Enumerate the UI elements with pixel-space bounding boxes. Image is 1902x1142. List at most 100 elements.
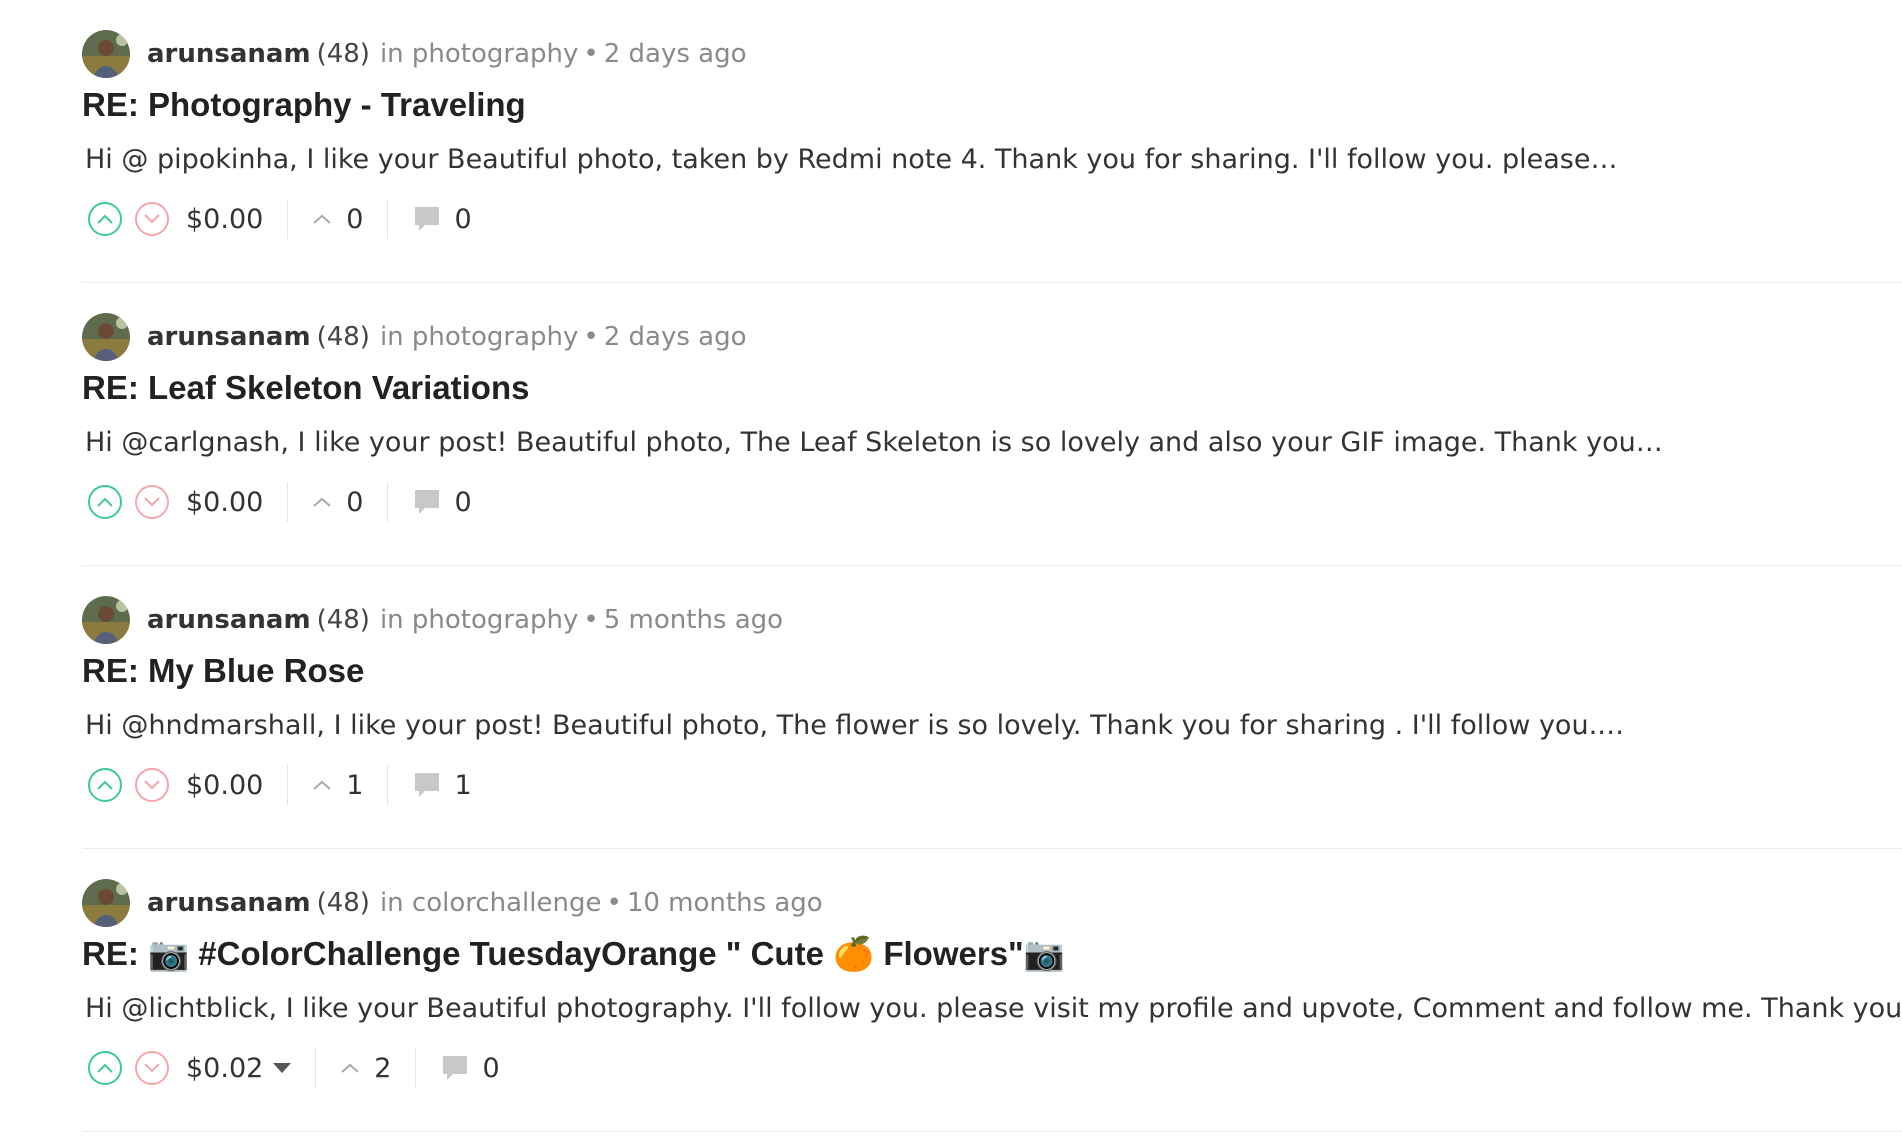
community-link[interactable]: in photography [380, 605, 578, 635]
payout-amount: $0.02 [186, 1052, 264, 1084]
post-body-preview[interactable]: Hi @lichtblick, I like your Beautiful ph… [85, 993, 1900, 1024]
avatar[interactable] [82, 30, 130, 78]
post-summary: arunsanam (48) in photography • 2 days ago… [82, 0, 1902, 283]
post-meta: in photography • 2 days ago [380, 322, 747, 352]
community-link[interactable]: in photography [380, 39, 578, 69]
chevron-up-icon [341, 1063, 359, 1073]
chevron-up-circle-icon [97, 214, 113, 224]
post-body-preview[interactable]: Hi @carlgnash, I like your post! Beautif… [85, 427, 1900, 458]
vote-count[interactable]: 2 [340, 1053, 391, 1084]
meta-separator: • [583, 605, 599, 635]
upvote-button[interactable] [88, 202, 122, 236]
author-link[interactable]: arunsanam [147, 322, 311, 352]
vote-count[interactable]: 1 [312, 770, 363, 801]
post-time[interactable]: 10 months ago [627, 888, 823, 918]
payout-amount: $0.00 [186, 203, 264, 235]
comment-count-value: 0 [482, 1052, 500, 1084]
payout-amount: $0.00 [186, 486, 264, 518]
downvote-button[interactable] [135, 768, 169, 802]
chevron-up-circle-icon [97, 780, 113, 790]
comment-bubble-icon [443, 1056, 468, 1080]
downvote-button[interactable] [135, 485, 169, 519]
post-title[interactable]: RE: 📷 #ColorChallenge TuesdayOrange " Cu… [82, 935, 1065, 974]
comment-bubble-icon [415, 773, 440, 797]
post-title[interactable]: RE: Leaf Skeleton Variations [82, 369, 529, 407]
comment-count-value: 0 [454, 486, 472, 518]
post-meta: in colorchallenge • 10 months ago [380, 888, 823, 918]
footer-divider [287, 765, 289, 805]
payout-value[interactable]: $0.00 [186, 487, 263, 518]
post-header: arunsanam (48) in photography • 2 days ago [82, 30, 747, 78]
author-link[interactable]: arunsanam [147, 39, 311, 69]
chevron-down-circle-icon [144, 497, 160, 507]
post-time[interactable]: 2 days ago [604, 39, 747, 69]
upvote-button[interactable] [88, 1051, 122, 1085]
community-link[interactable]: in colorchallenge [380, 888, 602, 918]
post-summary: arunsanam (48) in photography • 2 days ago… [82, 283, 1902, 566]
chevron-up-icon [313, 497, 331, 507]
author-link[interactable]: arunsanam [147, 888, 311, 918]
post-summary: arunsanam (48) in colorchallenge • 10 mont… [82, 849, 1902, 1132]
payout-value[interactable]: $0.02 [186, 1052, 292, 1084]
post-summary: arunsanam (48) in photography • 5 months a… [82, 566, 1902, 849]
post-body-preview[interactable]: Hi @hndmarshall, I like your post! Beaut… [85, 710, 1900, 741]
author-reputation: (48) [316, 888, 370, 918]
payout-amount: $0.00 [186, 769, 264, 801]
community-link[interactable]: in photography [380, 322, 578, 352]
footer-divider [387, 199, 389, 239]
caret-down-icon[interactable] [273, 1063, 292, 1073]
post-header: arunsanam (48) in photography • 2 days ago [82, 313, 747, 361]
vote-count-value: 2 [374, 1052, 392, 1084]
comment-count[interactable]: 0 [412, 486, 472, 518]
comment-count[interactable]: 1 [412, 769, 472, 801]
footer-divider [315, 1048, 317, 1088]
post-time[interactable]: 2 days ago [604, 322, 747, 352]
footer-divider [287, 482, 289, 522]
upvote-button[interactable] [88, 768, 122, 802]
author-reputation: (48) [316, 605, 370, 635]
comment-bubble-icon [415, 207, 440, 231]
upvote-button[interactable] [88, 485, 122, 519]
comment-count[interactable]: 0 [440, 1052, 500, 1084]
comment-count-value: 1 [454, 769, 472, 801]
comment-count[interactable]: 0 [412, 203, 472, 235]
chevron-up-circle-icon [97, 497, 113, 507]
chevron-up-icon [313, 780, 331, 790]
avatar[interactable] [82, 596, 130, 644]
post-footer: $0.00 0 0 [88, 198, 472, 240]
avatar[interactable] [82, 313, 130, 361]
avatar[interactable] [82, 879, 130, 927]
chevron-down-circle-icon [144, 1063, 160, 1073]
chevron-down-circle-icon [144, 780, 160, 790]
vote-count[interactable]: 0 [312, 204, 363, 235]
post-header: arunsanam (48) in photography • 5 months a… [82, 596, 783, 644]
payout-value[interactable]: $0.00 [186, 770, 263, 801]
chevron-up-icon [313, 214, 331, 224]
author-link[interactable]: arunsanam [147, 605, 311, 635]
footer-divider [415, 1048, 417, 1088]
vote-count-value: 0 [346, 486, 364, 518]
post-title[interactable]: RE: Photography - Traveling [82, 86, 526, 124]
footer-divider [287, 199, 289, 239]
meta-separator: • [606, 888, 622, 918]
post-footer: $0.00 0 0 [88, 481, 472, 523]
comment-count-value: 0 [454, 203, 472, 235]
post-title[interactable]: RE: My Blue Rose [82, 652, 364, 690]
footer-divider [387, 765, 389, 805]
post-feed: arunsanam (48) in photography • 2 days ago… [82, 0, 1902, 1132]
post-time[interactable]: 5 months ago [604, 605, 783, 635]
post-header: arunsanam (48) in colorchallenge • 10 mont… [82, 879, 823, 927]
meta-separator: • [583, 322, 599, 352]
footer-divider [387, 482, 389, 522]
chevron-up-circle-icon [97, 1063, 113, 1073]
vote-count[interactable]: 0 [312, 487, 363, 518]
payout-value[interactable]: $0.00 [186, 204, 263, 235]
post-meta: in photography • 2 days ago [380, 39, 747, 69]
post-body-preview[interactable]: Hi @ pipokinha, I like your Beautiful ph… [85, 144, 1900, 175]
post-meta: in photography • 5 months ago [380, 605, 783, 635]
post-footer: $0.00 1 1 [88, 764, 472, 806]
downvote-button[interactable] [135, 202, 169, 236]
downvote-button[interactable] [135, 1051, 169, 1085]
comment-bubble-icon [415, 490, 440, 514]
vote-count-value: 1 [346, 769, 364, 801]
